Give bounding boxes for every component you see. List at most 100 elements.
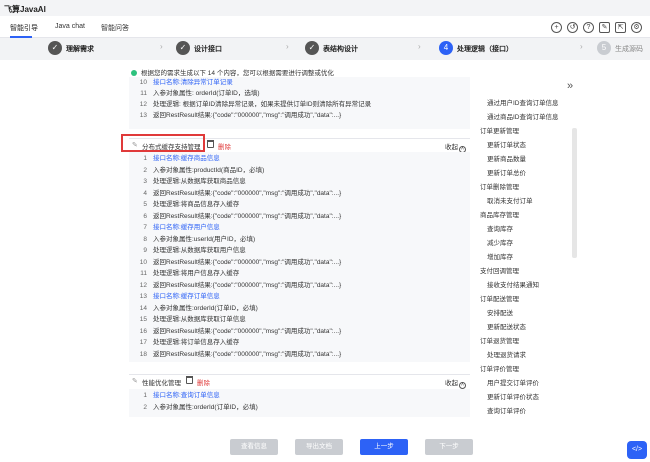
outline-item[interactable]: 订单配送管理 <box>480 293 519 303</box>
trash-icon[interactable] <box>207 140 214 148</box>
edit-icon[interactable]: ✎ <box>599 22 610 33</box>
outline-item[interactable]: 安排配送 <box>487 307 513 317</box>
line-text: 接口名称:清除异常订单记录 <box>153 79 233 86</box>
code-line: 15 处理逻辑:从数据库获取订单信息 <box>129 315 246 325</box>
line-number: 12 <box>139 101 147 108</box>
code-line: 2 入参对象属性:productId(商品ID，必填) <box>129 166 264 176</box>
logic-content-panel[interactable]: 10 接口名称:清除异常订单记录 11 入参对象属性: orderId(订单ID，选… <box>129 77 470 417</box>
outline-item[interactable]: 接收支付结果通知 <box>487 279 539 289</box>
line-number: 1 <box>143 392 147 399</box>
step-label: 理解需求 <box>66 46 94 53</box>
window-title: 飞算JavaAI <box>0 0 650 16</box>
delete-link[interactable]: 删除 <box>218 141 231 151</box>
code-line: 6 返回RestResult结果:{"code":"000000","msg":"… <box>129 212 341 222</box>
line-text: 返回RestResult结果:{"code":"000000","msg":"调… <box>153 112 342 119</box>
line-text: 入参对象属性:orderId(订单ID，必填) <box>153 404 258 411</box>
history-icon[interactable]: ↺ <box>567 22 578 33</box>
line-text: 入参对象属性:productId(商品ID，必填) <box>153 166 265 174</box>
code-line: 7 接口名称:缓存用户信息 <box>129 223 219 233</box>
line-number: 15 <box>139 316 147 323</box>
line-text: 处理逻辑:从数据库获取商品信息 <box>153 178 246 185</box>
code-line: 1 接口名称:缓存商品信息 <box>129 154 220 164</box>
prev-step-button[interactable]: 上一步 <box>360 439 408 455</box>
export-doc-button[interactable]: 导出文档 <box>295 439 343 455</box>
code-block: 10 接口名称:清除异常订单记录 11 入参对象属性: orderId(订单ID，选… <box>129 77 470 129</box>
outline-item[interactable]: 支付回调管理 <box>480 265 519 275</box>
line-text: 返回RestResult结果:{"code":"000000","msg":"调… <box>153 258 342 266</box>
line-text: 返回RestResult结果:{"code":"000000","msg":"调… <box>153 350 342 358</box>
line-text: 接口名称:查询订单信息 <box>153 392 220 399</box>
outline-item[interactable]: 订单退货管理 <box>480 335 519 345</box>
collapse-button[interactable]: 收起 ˄ <box>445 377 466 389</box>
step-number: 4 <box>439 41 453 55</box>
code-line: 11 入参对象属性: orderId(订单ID，选填) <box>129 89 259 99</box>
line-text: 处理逻辑:将用户信息存入缓存 <box>153 270 240 277</box>
code-line: 18 返回RestResult结果:{"code":"000000","msg":… <box>129 350 341 360</box>
line-text: 处理逻辑: 根据订单ID清除异常记录，如果未提供订单ID则清除所有异常记录 <box>153 101 372 108</box>
step-label: 生成源码 <box>615 46 643 53</box>
line-number: 4 <box>143 189 147 197</box>
tab-java-chat[interactable]: Java chat <box>55 23 85 30</box>
highlight-box <box>121 134 205 152</box>
check-icon: ✓ <box>48 41 62 55</box>
tabs-row: 智能引导 Java chat 智能问答 + ↺ ? ✎ ⇱ ⚙ <box>0 16 650 38</box>
code-line: 11 处理逻辑:将用户信息存入缓存 <box>129 269 239 279</box>
line-number: 1 <box>143 155 147 162</box>
line-text: 处理逻辑:将商品信息存入缓存 <box>153 201 240 208</box>
outline-item[interactable]: 订单更新管理 <box>480 125 519 135</box>
line-number: 8 <box>143 235 147 243</box>
trash-icon[interactable] <box>186 376 193 384</box>
line-number: 13 <box>139 293 147 300</box>
outline-item[interactable]: 减少库存 <box>487 237 513 247</box>
outline-item[interactable]: 订单删除管理 <box>480 181 519 191</box>
line-number: 11 <box>140 270 147 277</box>
share-icon[interactable]: ⇱ <box>615 22 626 33</box>
success-dot-icon <box>131 70 137 76</box>
code-line: 3 处理逻辑:从数据库获取商品信息 <box>129 177 246 187</box>
outline-item[interactable]: 通过用户ID查询订单信息 <box>487 97 559 107</box>
chevron-right-icon: › <box>160 42 163 51</box>
line-number: 2 <box>143 166 147 174</box>
pencil-icon[interactable]: ✎ <box>132 377 138 385</box>
outline-item[interactable]: 更新配送状态 <box>487 321 526 331</box>
gear-icon[interactable]: ⚙ <box>631 22 642 33</box>
outline-item[interactable]: 更新订单总价 <box>487 167 526 177</box>
check-icon: ✓ <box>176 41 190 55</box>
outline-scrollbar[interactable] <box>572 128 577 258</box>
line-number: 16 <box>139 327 147 335</box>
outline-item[interactable]: 通过商品ID查询订单信息 <box>487 111 559 121</box>
step-label: 处理逻辑（接口） <box>457 46 513 53</box>
collapse-icon: ˄ <box>459 382 466 389</box>
outline-item[interactable]: 用户提交订单评价 <box>487 377 539 387</box>
code-float-button[interactable]: </> <box>627 441 647 459</box>
outline-item[interactable]: 取消未支付订单 <box>487 195 533 205</box>
code-line: 9 处理逻辑:从数据库获取用户信息 <box>129 246 245 256</box>
view-info-button[interactable]: 查看信息 <box>230 439 278 455</box>
line-number: 12 <box>139 281 147 289</box>
section-title[interactable]: 性能优化管理 <box>142 377 181 387</box>
code-line: 14 入参对象属性:orderId(订单ID，必填) <box>129 304 258 314</box>
tab-smart-guide[interactable]: 智能引导 <box>10 23 38 33</box>
code-line: 13 返回RestResult结果:{"code":"000000","msg":… <box>129 111 341 121</box>
delete-link[interactable]: 删除 <box>197 377 210 387</box>
line-number: 3 <box>143 178 147 185</box>
app-window: 飞算JavaAI 智能引导 Java chat 智能问答 + ↺ ? ✎ ⇱ ⚙… <box>0 0 650 462</box>
outline-item[interactable]: 更新订单状态 <box>487 139 526 149</box>
outline-item[interactable]: 更新商品数量 <box>487 153 526 163</box>
outline-item[interactable]: 增加库存 <box>487 251 513 261</box>
add-icon[interactable]: + <box>551 22 562 33</box>
outline-item[interactable]: 更新订单评价状态 <box>487 391 539 401</box>
help-icon[interactable]: ? <box>583 22 594 33</box>
tab-smart-qa[interactable]: 智能问答 <box>101 23 129 33</box>
next-step-button[interactable]: 下一步 <box>425 439 473 455</box>
info-text: 根据您的需求生成以下 14 个内容，您可以根据需要进行调整或优化 <box>141 70 334 77</box>
outline-item[interactable]: 商品库存管理 <box>480 209 519 219</box>
outline-item[interactable]: 处理退货请求 <box>487 349 526 359</box>
line-text: 返回RestResult结果:{"code":"000000","msg":"调… <box>153 281 342 289</box>
code-line: 2 入参对象属性:orderId(订单ID，必填) <box>129 403 258 413</box>
outline-item[interactable]: 订单评价管理 <box>480 363 519 373</box>
outline-item[interactable]: 查询订单评价 <box>487 405 526 415</box>
outline-item[interactable]: 查询库存 <box>487 223 513 233</box>
code-line: 16 返回RestResult结果:{"code":"000000","msg":… <box>129 327 341 337</box>
line-text: 接口名称:缓存商品信息 <box>153 155 220 162</box>
